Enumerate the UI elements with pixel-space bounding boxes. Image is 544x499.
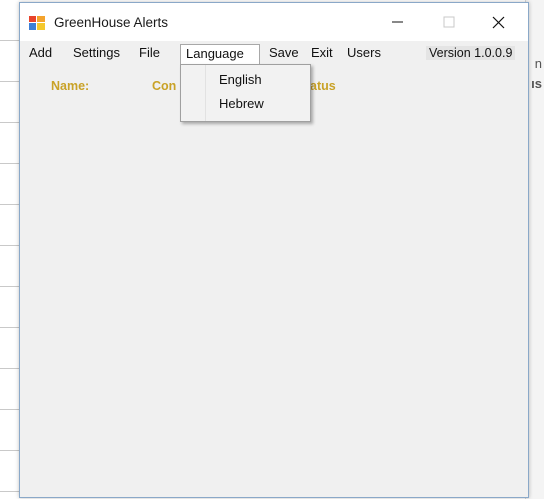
app-icon xyxy=(29,16,45,30)
title-bar[interactable]: GreenHouse Alerts xyxy=(20,3,528,41)
menu-file[interactable]: File xyxy=(134,44,165,64)
dropdown-icon-gutter xyxy=(181,65,206,121)
menu-bar: Add Settings File Language Save Exit Use… xyxy=(20,41,528,65)
menu-settings[interactable]: Settings xyxy=(68,44,125,64)
maximize-button[interactable] xyxy=(426,3,472,41)
minimize-button[interactable] xyxy=(375,3,421,41)
language-option-english[interactable]: English xyxy=(207,70,307,90)
menu-save[interactable]: Save xyxy=(264,44,304,64)
background-glyph: n xyxy=(534,56,542,71)
name-column-label: Name: xyxy=(51,79,90,93)
language-option-hebrew[interactable]: Hebrew xyxy=(207,94,307,114)
menu-add[interactable]: Add xyxy=(24,44,57,64)
version-label: Version 1.0.0.9 xyxy=(426,46,516,60)
column-label-partial: Con xyxy=(152,79,177,93)
background-glyph: ıs xyxy=(531,76,542,91)
close-button[interactable] xyxy=(475,3,521,41)
language-dropdown: English Hebrew xyxy=(180,64,311,122)
menu-exit[interactable]: Exit xyxy=(306,44,338,64)
main-window: GreenHouse Alerts Add Settings File Lang… xyxy=(19,2,529,498)
menu-language[interactable]: Language xyxy=(180,44,260,64)
status-column-label-partial: atus xyxy=(310,79,336,93)
menu-users[interactable]: Users xyxy=(342,44,386,64)
close-icon xyxy=(492,16,504,28)
window-title: GreenHouse Alerts xyxy=(54,15,169,30)
maximize-icon xyxy=(443,16,455,28)
minimize-icon xyxy=(392,21,403,23)
